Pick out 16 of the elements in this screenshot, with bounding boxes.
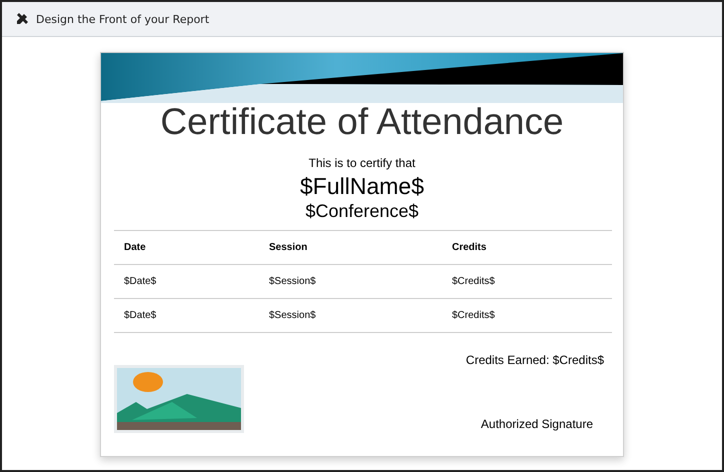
- table-cell-text: $Date$: [124, 310, 158, 321]
- signature-label: Authorized Signature: [480, 417, 593, 431]
- table-cell-text: $Session$: [269, 310, 317, 321]
- conference-merge-field: $Conference$: [303, 200, 421, 222]
- table-cell-text: $Credits$: [452, 310, 496, 321]
- name-merge-field: $FullName$: [298, 172, 426, 200]
- certificate-title: Certificate of Attendance: [159, 100, 565, 144]
- table-cell-text: $Session$: [269, 276, 317, 287]
- column-header: Credits: [452, 242, 488, 253]
- table-cell-text: $Date$: [124, 276, 158, 287]
- table-cell-text: $Credits$: [452, 276, 496, 287]
- column-header: Date: [124, 242, 147, 253]
- column-header: Session: [269, 242, 308, 253]
- intro-text: This is to certify that: [308, 156, 416, 170]
- credits-earned-text: Credits Earned: $Credits$: [464, 353, 605, 367]
- page-title: Design the Front of your Report: [36, 12, 210, 26]
